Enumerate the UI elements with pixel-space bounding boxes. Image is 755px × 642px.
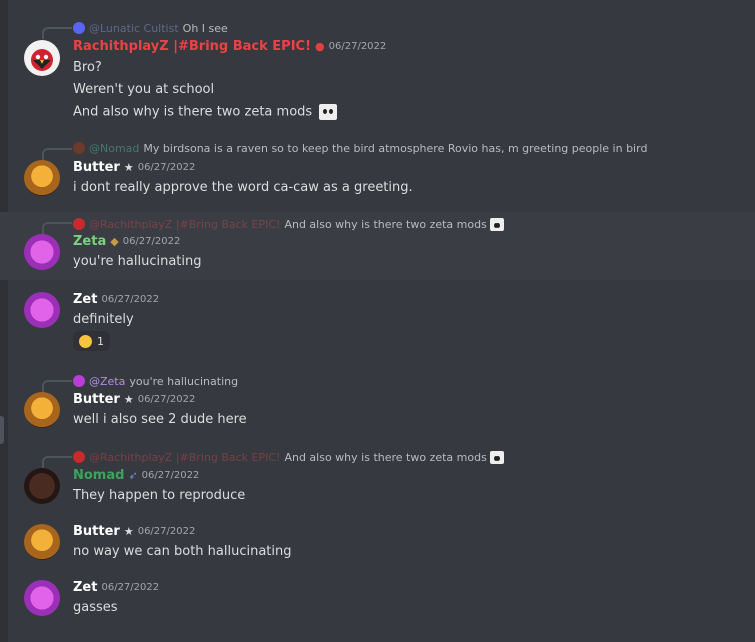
avatar[interactable]	[24, 292, 60, 328]
reply-preview[interactable]: @Lunatic Cultist Oh I see	[73, 19, 228, 37]
reply-text: And also why is there two zeta mods	[284, 450, 487, 464]
message-line: definitely	[73, 312, 134, 327]
shield-badge-icon: ◆	[110, 235, 119, 248]
star-badge-icon: ★	[123, 393, 134, 406]
star-badge-icon: ★	[123, 525, 134, 538]
timestamp: 06/27/2022	[137, 394, 196, 405]
reply-text: My birdsona is a raven so to keep the bi…	[143, 141, 648, 155]
message-line: no way we can both hallucinating	[73, 544, 292, 559]
message-line: Bro?	[73, 60, 102, 75]
dice-badge-icon: ●	[315, 40, 325, 53]
reply-preview[interactable]: @Nomad My birdsona is a raven so to keep…	[73, 139, 647, 157]
author-name[interactable]: Zeta	[73, 234, 106, 249]
message-line: well i also see 2 dude here	[73, 412, 247, 427]
message: @Nomad My birdsona is a raven so to keep…	[0, 132, 755, 204]
timestamp: 06/27/2022	[137, 526, 196, 537]
reply-author[interactable]: @Lunatic Cultist	[89, 22, 179, 35]
message-line: i dont really approve the word ca-caw as…	[73, 180, 413, 195]
reply-author[interactable]: @Nomad	[89, 142, 139, 155]
reply-spine	[42, 380, 72, 392]
reply-spine	[42, 27, 72, 39]
message-line: gasses	[73, 600, 118, 615]
avatar[interactable]	[24, 580, 60, 616]
author-name[interactable]: Nomad	[73, 468, 124, 483]
reply-author[interactable]: @RachithplayZ |#Bring Back EPIC!	[89, 218, 280, 231]
skull-emote-icon	[489, 217, 504, 231]
message-line: They happen to reproduce	[73, 488, 246, 503]
message-line-row: And also why is there two zeta mods	[73, 104, 338, 120]
reaction-count: 1	[97, 334, 104, 348]
reply-author[interactable]: @RachithplayZ |#Bring Back EPIC!	[89, 451, 280, 464]
message-line: you're hallucinating	[73, 254, 202, 269]
laughing-emoji-icon	[79, 334, 92, 348]
star-badge-icon: ★	[123, 161, 134, 174]
avatar[interactable]	[24, 160, 60, 196]
reply-text: you're hallucinating	[129, 374, 239, 388]
message: Butter ★ 06/27/2022 no way we can both h…	[0, 518, 755, 566]
message: Zet 06/27/2022 gasses	[0, 574, 755, 622]
author-name[interactable]: Zet	[73, 292, 97, 307]
avatar[interactable]	[24, 468, 60, 504]
message: @RachithplayZ |#Bring Back EPIC! And als…	[0, 444, 755, 510]
reply-text: And also why is there two zeta mods	[284, 217, 487, 231]
message: @RachithplayZ |#Bring Back EPIC! And als…	[0, 212, 755, 280]
author-name[interactable]: Butter	[73, 524, 120, 539]
avatar[interactable]	[24, 392, 60, 428]
reply-preview[interactable]: @RachithplayZ |#Bring Back EPIC! And als…	[73, 215, 504, 233]
avatar[interactable]	[24, 234, 60, 270]
reply-avatar	[73, 218, 85, 230]
message: Zet 06/27/2022 definitely 1	[0, 284, 755, 364]
reply-spine	[42, 456, 72, 468]
message-line: Weren't you at school	[73, 82, 215, 97]
message: @Lunatic Cultist Oh I see RachithplayZ |…	[0, 0, 755, 132]
reply-author[interactable]: @Zeta	[89, 375, 125, 388]
reaction-button[interactable]: 1	[73, 331, 110, 351]
reply-preview[interactable]: @Zeta you're hallucinating	[73, 372, 238, 390]
timestamp: 06/27/2022	[122, 236, 181, 247]
red-bird-avatar-icon	[31, 49, 53, 71]
reply-avatar	[73, 375, 85, 387]
avatar[interactable]	[24, 524, 60, 560]
message: @Zeta you're hallucinating Butter ★ 06/2…	[0, 370, 755, 442]
reply-spine	[42, 222, 72, 234]
skull-emote-icon	[319, 104, 338, 120]
skull-emote-icon	[489, 450, 504, 464]
avatar[interactable]	[24, 40, 60, 76]
author-name[interactable]: Zet	[73, 580, 97, 595]
author-name[interactable]: Butter	[73, 392, 120, 407]
author-name[interactable]: Butter	[73, 160, 120, 175]
timestamp: 06/27/2022	[137, 162, 196, 173]
author-name[interactable]: RachithplayZ |#Bring Back EPIC!	[73, 39, 311, 54]
timestamp: 06/27/2022	[101, 294, 160, 305]
reply-preview[interactable]: @RachithplayZ |#Bring Back EPIC! And als…	[73, 448, 504, 466]
message-line: And also why is there two zeta mods	[73, 104, 313, 120]
reply-avatar	[73, 451, 85, 463]
timestamp: 06/27/2022	[328, 41, 387, 52]
timestamp: 06/27/2022	[141, 470, 200, 481]
reply-avatar	[73, 22, 85, 34]
reply-spine	[42, 148, 72, 160]
reply-avatar	[73, 142, 85, 154]
reply-text: Oh I see	[182, 21, 228, 35]
timestamp: 06/27/2022	[101, 582, 160, 593]
bird-badge-icon: ➶	[128, 469, 138, 482]
